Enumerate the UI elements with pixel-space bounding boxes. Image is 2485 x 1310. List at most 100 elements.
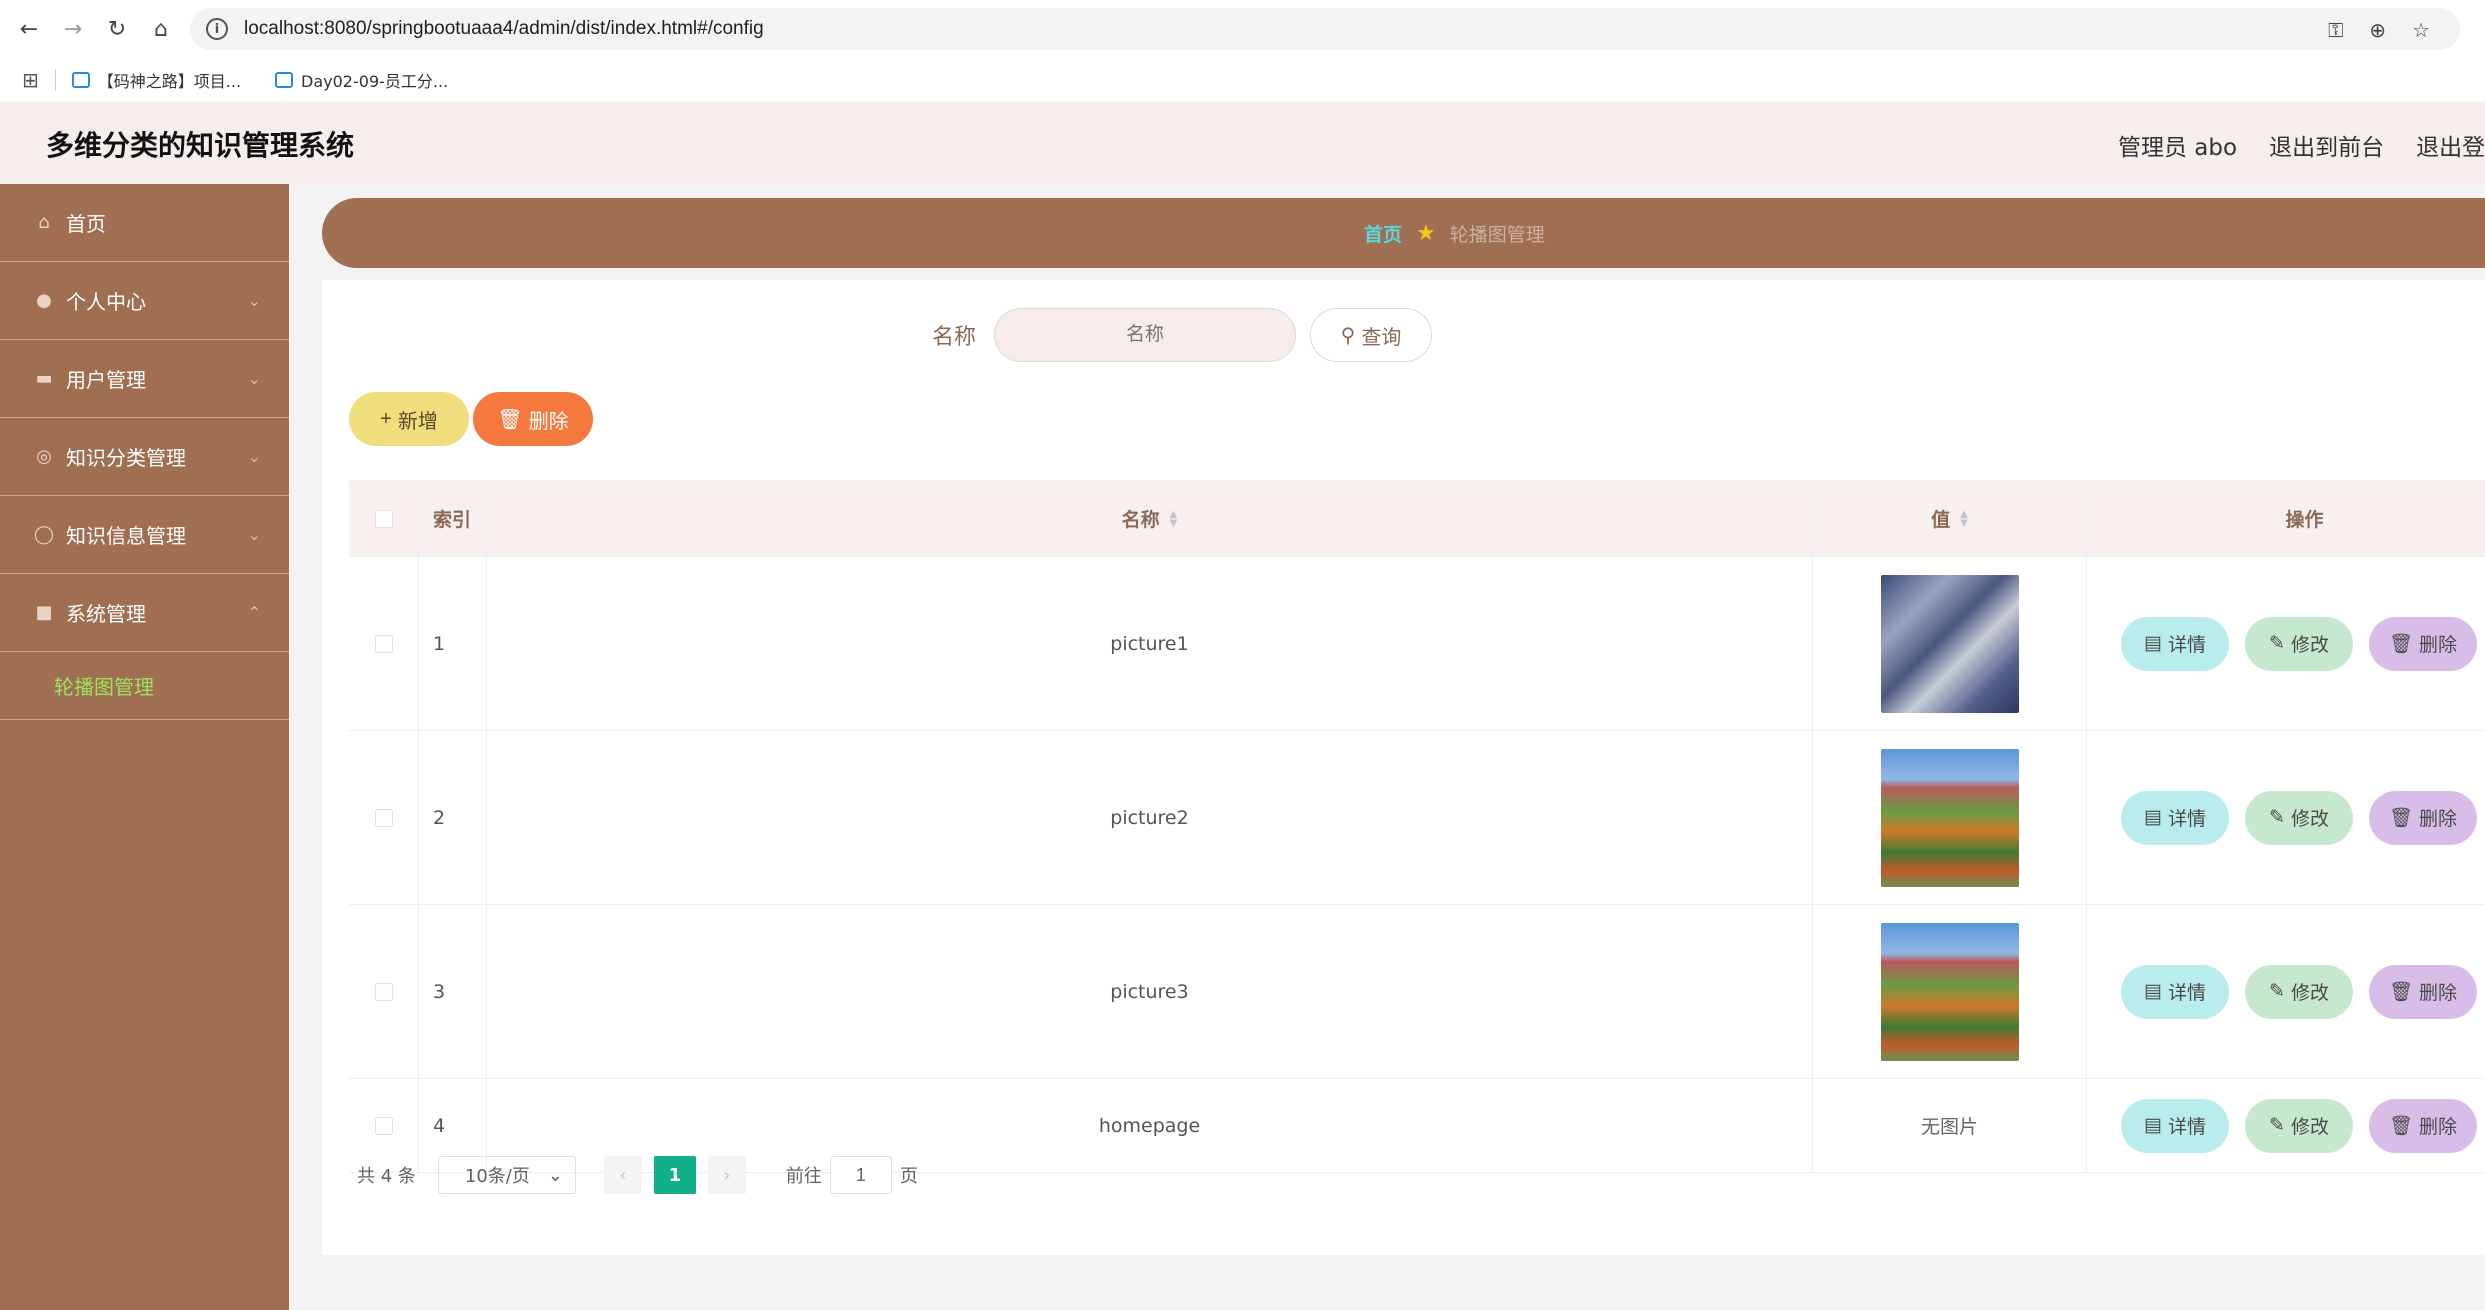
add-button-label: 新增 bbox=[397, 410, 438, 433]
sidebar-item-label: 系统管理 bbox=[66, 602, 146, 626]
detail-label: 详情 bbox=[2167, 635, 2206, 656]
search-icon: ⚲ bbox=[1340, 323, 1356, 347]
row-index: 2 bbox=[433, 806, 446, 829]
delete-label: 删除 bbox=[2419, 983, 2458, 1004]
edit-button[interactable]: ✎ 修改 bbox=[2245, 1098, 2353, 1153]
detail-button[interactable]: ▤ 详情 bbox=[2121, 616, 2229, 671]
forward-icon[interactable]: → bbox=[58, 14, 88, 44]
row-index: 1 bbox=[433, 632, 446, 655]
delete-label: 删除 bbox=[2419, 1117, 2458, 1138]
detail-button[interactable]: ▤ 详情 bbox=[2121, 964, 2229, 1019]
breadcrumb: 首页 ★ 轮播图管理 bbox=[322, 198, 2485, 268]
address-bar[interactable]: i localhost:8080/springbootuaaa4/admin/d… bbox=[190, 8, 2460, 50]
search-button[interactable]: ⚲ 查询 bbox=[1310, 308, 1432, 362]
carousel-thumbnail bbox=[1880, 748, 2019, 887]
app-title: 多维分类的知识管理系统 bbox=[46, 129, 355, 162]
delete-button[interactable]: 🗑 删除 bbox=[2369, 964, 2477, 1019]
sidebar-item-profile[interactable]: ● 个人中心 ⌄ bbox=[0, 262, 289, 340]
chevron-down-icon: ⌄ bbox=[247, 525, 261, 544]
trash-icon: 🗑 bbox=[2388, 633, 2414, 655]
users-icon: ▬ bbox=[35, 368, 53, 389]
header-value[interactable]: 值 bbox=[1931, 505, 1950, 532]
to-front-link[interactable]: 退出到前台 bbox=[2269, 128, 2384, 162]
bookmark-separator bbox=[54, 69, 56, 91]
sidebar-item-label: 首页 bbox=[66, 212, 106, 236]
content-panel: 名称 ⚲ 查询 + 新增 🗑 删除 索引 名称 ▲▼ 值 ▲▼ 操作 bbox=[322, 280, 2485, 1255]
briefcase-icon: ■ bbox=[35, 602, 53, 623]
edit-button[interactable]: ✎ 修改 bbox=[2245, 790, 2353, 845]
row-checkbox[interactable] bbox=[374, 808, 393, 827]
delete-button[interactable]: 🗑 删除 bbox=[2369, 1098, 2477, 1153]
chevron-down-icon: ⌄ bbox=[247, 291, 261, 310]
bookmark-label: Day02-09-员工分... bbox=[301, 72, 449, 91]
breadcrumb-current: 轮播图管理 bbox=[1449, 224, 1545, 246]
page-size-select[interactable]: 10条/页 ⌄ bbox=[437, 1156, 576, 1194]
row-checkbox[interactable] bbox=[374, 634, 393, 653]
data-table: 索引 名称 ▲ ▼ 值 ▲ ▼ 操作 1 picture1 ▤ 详情 ✎ 修改 🗑 删除 bbox=[349, 480, 2485, 1173]
star-icon[interactable]: ☆ bbox=[2412, 18, 2430, 42]
row-checkbox[interactable] bbox=[374, 982, 393, 1001]
sidebar-subitem-label: 轮播图管理 bbox=[54, 675, 154, 699]
detail-button[interactable]: ▤ 详情 bbox=[2121, 790, 2229, 845]
prev-page-button[interactable]: ‹ bbox=[603, 1156, 642, 1194]
next-page-button[interactable]: › bbox=[707, 1156, 746, 1194]
detail-label: 详情 bbox=[2167, 983, 2206, 1004]
row-index: 3 bbox=[433, 980, 446, 1003]
key-icon[interactable]: ⚿ bbox=[2328, 18, 2343, 42]
info-icon[interactable]: i bbox=[206, 18, 228, 40]
add-button[interactable]: + 新增 bbox=[349, 392, 469, 446]
home-icon[interactable]: ⌂ bbox=[146, 14, 176, 44]
sidebar-item-system[interactable]: ■ 系统管理 ⌃ bbox=[0, 574, 289, 652]
sidebar-item-users[interactable]: ▬ 用户管理 ⌄ bbox=[0, 340, 289, 418]
zoom-icon[interactable]: ⊕ bbox=[2369, 18, 2386, 42]
table-header: 索引 名称 ▲ ▼ 值 ▲ ▼ 操作 bbox=[349, 481, 2485, 557]
sort-icon[interactable]: ▲ ▼ bbox=[1960, 509, 1968, 528]
delete-label: 删除 bbox=[2419, 635, 2458, 656]
sidebar-item-label: 知识信息管理 bbox=[66, 524, 186, 548]
action-row: + 新增 🗑 删除 bbox=[349, 392, 593, 446]
sidebar-item-category[interactable]: ◎ 知识分类管理 ⌄ bbox=[0, 418, 289, 496]
chevron-down-icon: ⌄ bbox=[247, 369, 261, 388]
sidebar-subitem-carousel[interactable]: 轮播图管理 bbox=[0, 652, 289, 720]
edit-button[interactable]: ✎ 修改 bbox=[2245, 616, 2353, 671]
sort-icon[interactable]: ▲ ▼ bbox=[1170, 509, 1178, 528]
chevron-down-icon: ⌄ bbox=[247, 447, 261, 466]
detail-button[interactable]: ▤ 详情 bbox=[2121, 1098, 2229, 1153]
trash-icon: 🗑 bbox=[2388, 807, 2414, 829]
sidebar: ⌂ 首页 ● 个人中心 ⌄ ▬ 用户管理 ⌄ ◎ 知识分类管理 ⌄ ◯ 知识信息… bbox=[0, 184, 289, 1310]
back-icon[interactable]: ← bbox=[14, 14, 44, 44]
delete-button-label: 删除 bbox=[528, 410, 569, 433]
delete-button[interactable]: 🗑 删除 bbox=[2369, 616, 2477, 671]
page-number[interactable]: 1 bbox=[653, 1156, 696, 1194]
bookmarks-bar: ⊞ 【码神之路】项目... Day02-09-员工分... bbox=[0, 58, 2485, 102]
edit-icon: ✎ bbox=[2269, 633, 2285, 654]
header-name[interactable]: 名称 bbox=[1122, 505, 1160, 532]
table-row: 1 picture1 ▤ 详情 ✎ 修改 🗑 删除 bbox=[349, 557, 2485, 731]
reload-icon[interactable]: ↻ bbox=[102, 14, 132, 44]
row-checkbox[interactable] bbox=[374, 1116, 393, 1135]
batch-delete-button[interactable]: 🗑 删除 bbox=[473, 392, 593, 446]
trash-icon: 🗑 bbox=[2388, 1115, 2414, 1137]
search-button-label: 查询 bbox=[1361, 324, 1402, 349]
no-image-text: 无图片 bbox=[1920, 1116, 1978, 1138]
bookmark-item[interactable]: 【码神之路】项目... bbox=[71, 68, 241, 92]
url-text[interactable]: localhost:8080/springbootuaaa4/admin/dis… bbox=[244, 18, 764, 40]
sidebar-item-knowledge[interactable]: ◯ 知识信息管理 ⌄ bbox=[0, 496, 289, 574]
logout-link[interactable]: 退出登录 bbox=[2416, 128, 2485, 162]
detail-label: 详情 bbox=[2167, 1117, 2206, 1138]
edit-button[interactable]: ✎ 修改 bbox=[2245, 964, 2353, 1019]
sidebar-item-home[interactable]: ⌂ 首页 bbox=[0, 184, 289, 262]
circle-icon: ◯ bbox=[33, 524, 55, 545]
page-size-value: 10条/页 bbox=[464, 1166, 530, 1187]
apps-icon[interactable]: ⊞ bbox=[22, 68, 39, 92]
trash-icon: 🗑 bbox=[497, 408, 523, 431]
sidebar-item-label: 个人中心 bbox=[66, 290, 146, 314]
bookmark-item[interactable]: Day02-09-员工分... bbox=[275, 68, 448, 92]
select-all-checkbox[interactable] bbox=[374, 509, 393, 528]
user-icon: ● bbox=[36, 290, 52, 311]
goto-page-input[interactable] bbox=[829, 1156, 892, 1194]
search-input[interactable] bbox=[994, 308, 1296, 362]
compass-icon: ◎ bbox=[36, 446, 52, 467]
delete-button[interactable]: 🗑 删除 bbox=[2369, 790, 2477, 845]
breadcrumb-home[interactable]: 首页 bbox=[1364, 220, 1402, 247]
